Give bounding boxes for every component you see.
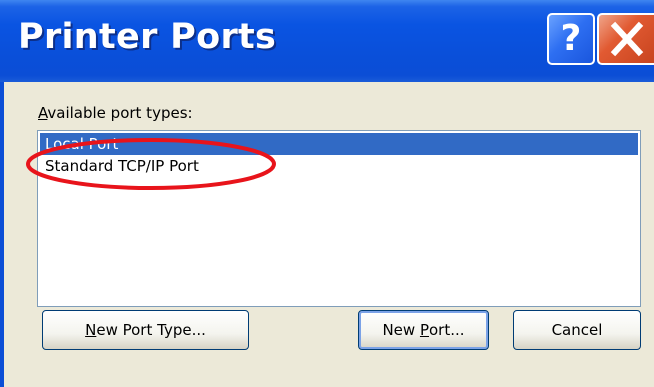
new-port-button[interactable]: New Port... <box>358 310 489 350</box>
help-icon: ? <box>560 18 582 59</box>
window-title: Printer Ports <box>18 17 277 57</box>
help-button[interactable]: ? <box>547 13 595 65</box>
label-text: vailable port types: <box>47 104 193 122</box>
title-bar[interactable]: Printer Ports ? <box>0 0 654 82</box>
available-port-types-label: Available port types: <box>38 104 193 122</box>
cancel-button[interactable]: Cancel <box>513 310 641 350</box>
annotation-ellipse <box>26 138 276 190</box>
close-icon <box>610 21 643 57</box>
label-mnemonic: A <box>38 104 48 122</box>
close-button[interactable] <box>597 13 654 65</box>
new-port-type-button[interactable]: New Port Type... <box>42 310 249 350</box>
dialog-body: Available port types: Local Port Standar… <box>0 82 654 387</box>
printer-ports-dialog: Printer Ports ? Available port types: Lo… <box>0 0 654 387</box>
